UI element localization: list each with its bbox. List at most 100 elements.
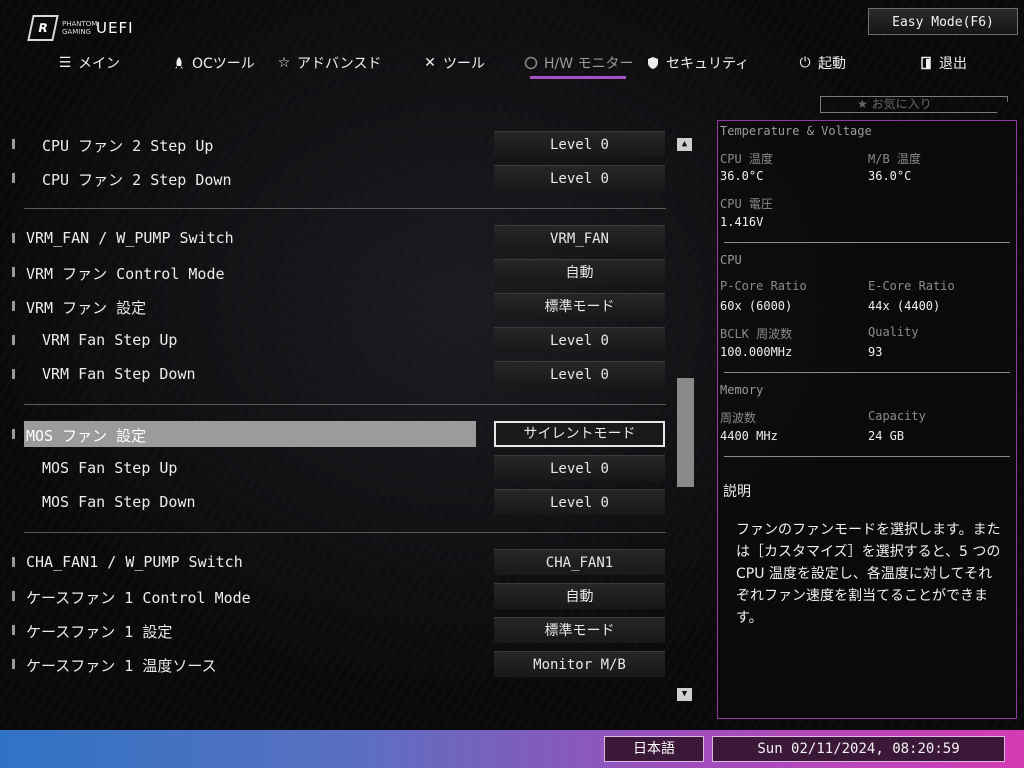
mem-freq-label: 周波数 bbox=[720, 411, 757, 425]
setting-row[interactable]: MOS Fan Step Down Level 0 bbox=[0, 489, 680, 517]
setting-label: ケースファン 1 温度ソース bbox=[26, 657, 217, 675]
setting-value-button[interactable]: 標準モード bbox=[494, 617, 665, 643]
row-bullet bbox=[12, 429, 15, 439]
setting-row[interactable]: CPU ファン 2 Step Down Level 0 bbox=[0, 165, 680, 193]
mem-freq-value: 4400 MHz bbox=[720, 429, 778, 443]
tab-hw-monitor[interactable]: H/W モニター bbox=[523, 48, 634, 78]
cpu-temp-label: CPU 温度 bbox=[720, 152, 773, 166]
description-text: ファンのファンモードを選択します。または［カスタマイズ］を選択すると、5 つの … bbox=[736, 522, 1001, 626]
setting-row-selected[interactable]: MOS ファン 設定 サイレントモード bbox=[0, 421, 680, 449]
scroll-up-arrow-icon[interactable]: ▲ bbox=[677, 138, 692, 151]
tab-oc-tools[interactable]: OCツール bbox=[171, 48, 255, 78]
quality-label: Quality bbox=[868, 325, 919, 339]
cpu-voltage-label: CPU 電圧 bbox=[720, 197, 773, 211]
memory-section-title: Memory bbox=[720, 383, 764, 397]
setting-value-button[interactable]: Level 0 bbox=[494, 131, 665, 157]
setting-label: VRM_FAN / W_PUMP Switch bbox=[26, 229, 234, 247]
star-icon: ★ bbox=[857, 97, 868, 111]
setting-row[interactable]: ケースファン 1 Control Mode 自動 bbox=[0, 583, 680, 611]
setting-label: VRM Fan Step Down bbox=[42, 365, 196, 383]
row-bullet bbox=[12, 139, 15, 149]
setting-value-button[interactable]: VRM_FAN bbox=[494, 225, 665, 251]
setting-row[interactable]: VRM_FAN / W_PUMP Switch VRM_FAN bbox=[0, 225, 680, 253]
setting-value-button[interactable]: 標準モード bbox=[494, 293, 665, 319]
tab-label: ツール bbox=[443, 56, 485, 72]
setting-label: CPU ファン 2 Step Up bbox=[42, 137, 214, 155]
scrollbar-thumb[interactable] bbox=[677, 378, 694, 487]
setting-label: ケースファン 1 設定 bbox=[26, 623, 173, 641]
pcore-value: 60x (6000) bbox=[720, 299, 793, 313]
setting-value-button[interactable]: Level 0 bbox=[494, 455, 665, 481]
setting-label: CPU ファン 2 Step Down bbox=[42, 171, 232, 189]
tab-boot[interactable]: ⏻ 起動 bbox=[797, 48, 846, 78]
setting-label: MOS Fan Step Down bbox=[42, 493, 196, 511]
setting-value-button[interactable]: CHA_FAN1 bbox=[494, 549, 665, 575]
setting-label: VRM ファン 設定 bbox=[26, 299, 147, 317]
tab-exit[interactable]: 退出 bbox=[918, 48, 967, 78]
tab-label: セキュリティ bbox=[666, 56, 750, 72]
row-bullet bbox=[12, 267, 15, 277]
tab-label: 起動 bbox=[818, 56, 846, 72]
pcore-label: P-Core Ratio bbox=[720, 279, 807, 293]
language-button[interactable]: 日本語 bbox=[604, 736, 704, 762]
setting-label: CHA_FAN1 / W_PUMP Switch bbox=[26, 553, 243, 571]
brand-logo: R PHANTOM GAMING UEFI bbox=[27, 14, 134, 42]
setting-value-button[interactable]: Level 0 bbox=[494, 327, 665, 353]
panel-divider bbox=[724, 456, 1010, 457]
main-nav: ☰ メイン OCツール ☆ アドバンスド ✕ ツール H/W モニター セキュリ… bbox=[0, 48, 1024, 82]
setting-row[interactable]: ケースファン 1 温度ソース Monitor M/B bbox=[0, 651, 680, 679]
power-icon: ⏻ bbox=[799, 55, 811, 71]
tab-advanced[interactable]: ☆ アドバンスド bbox=[276, 48, 382, 78]
setting-value-button[interactable]: Level 0 bbox=[494, 361, 665, 387]
row-bullet bbox=[12, 659, 15, 669]
scroll-down-arrow-icon[interactable]: ▼ bbox=[677, 688, 692, 701]
divider bbox=[24, 404, 666, 405]
setting-label: VRM Fan Step Up bbox=[42, 331, 178, 349]
tab-label: メイン bbox=[78, 56, 120, 72]
setting-label: ケースファン 1 Control Mode bbox=[26, 589, 251, 607]
tab-security[interactable]: セキュリティ bbox=[645, 48, 749, 78]
datetime-display: Sun 02/11/2024, 08:20:59 bbox=[712, 736, 1005, 762]
setting-row[interactable]: CPU ファン 2 Step Up Level 0 bbox=[0, 131, 680, 159]
panel-title: Temperature & Voltage bbox=[720, 124, 872, 138]
setting-row[interactable]: CHA_FAN1 / W_PUMP Switch CHA_FAN1 bbox=[0, 549, 680, 577]
setting-value-button[interactable]: Level 0 bbox=[494, 165, 665, 191]
tab-main[interactable]: ☰ メイン bbox=[57, 48, 120, 78]
setting-row[interactable]: ケースファン 1 設定 標準モード bbox=[0, 617, 680, 645]
row-bullet bbox=[12, 625, 15, 635]
row-bullet bbox=[12, 335, 15, 345]
cpu-section-title: CPU bbox=[720, 253, 742, 267]
setting-row[interactable]: VRM ファン 設定 標準モード bbox=[0, 293, 680, 321]
tools-icon: ✕ bbox=[424, 55, 436, 71]
setting-row[interactable]: VRM ファン Control Mode 自動 bbox=[0, 259, 680, 287]
row-bullet bbox=[12, 301, 15, 311]
bclk-label: BCLK 周波数 bbox=[720, 327, 793, 341]
easy-mode-button[interactable]: Easy Mode(F6) bbox=[868, 8, 1018, 35]
setting-row[interactable]: VRM Fan Step Down Level 0 bbox=[0, 361, 680, 389]
setting-value-button[interactable]: 自動 bbox=[494, 583, 665, 609]
capacity-value: 24 GB bbox=[868, 429, 905, 443]
description-title: 説明 bbox=[723, 484, 751, 500]
favorites-label: お気に入り bbox=[871, 97, 932, 111]
star-icon: ☆ bbox=[277, 55, 291, 71]
setting-value-button[interactable]: サイレントモード bbox=[494, 421, 665, 447]
tab-label: H/W モニター bbox=[544, 56, 634, 72]
ecore-label: E-Core Ratio bbox=[868, 279, 955, 293]
setting-value-button[interactable]: Monitor M/B bbox=[494, 651, 665, 677]
mb-temp-label: M/B 温度 bbox=[868, 152, 921, 166]
tab-label: 退出 bbox=[939, 56, 967, 72]
setting-value-button[interactable]: Level 0 bbox=[494, 489, 665, 515]
logo-subtitle: PHANTOM GAMING bbox=[62, 20, 98, 36]
setting-row[interactable]: VRM Fan Step Up Level 0 bbox=[0, 327, 680, 355]
setting-row[interactable]: MOS Fan Step Up Level 0 bbox=[0, 455, 680, 483]
tab-label: OCツール bbox=[192, 56, 255, 72]
setting-value-button[interactable]: 自動 bbox=[494, 259, 665, 285]
exit-icon bbox=[918, 55, 934, 71]
quality-value: 93 bbox=[868, 345, 883, 359]
logo-mark-icon: R bbox=[27, 15, 59, 41]
tab-label: アドバンスド bbox=[297, 56, 382, 72]
row-bullet bbox=[12, 369, 15, 379]
favorites-button[interactable]: ★ お気に入り bbox=[820, 96, 1008, 113]
ecore-value: 44x (4400) bbox=[868, 299, 941, 313]
tab-tools[interactable]: ✕ ツール bbox=[422, 48, 485, 78]
